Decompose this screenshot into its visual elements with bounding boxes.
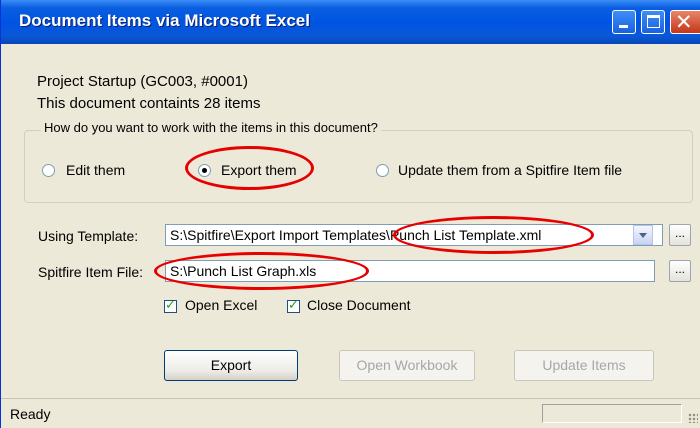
status-panel (542, 404, 682, 423)
radio-update[interactable] (376, 164, 389, 177)
minimize-icon (619, 25, 628, 28)
update-items-button[interactable]: Update Items (514, 350, 654, 381)
title-bar[interactable]: Document Items via Microsoft Excel ✕ (1, 0, 700, 44)
item-count-text: This document containts 28 items (37, 95, 261, 112)
chevron-down-icon[interactable] (633, 225, 653, 245)
item-file-label: Spitfire Item File: (38, 264, 144, 280)
close-document-label[interactable]: Close Document (307, 297, 411, 313)
check-icon: ✓ (288, 297, 299, 312)
minimize-button[interactable] (612, 10, 636, 34)
window-title: Document Items via Microsoft Excel (19, 11, 310, 30)
resize-grip-icon[interactable] (688, 413, 698, 423)
template-browse-button[interactable]: ... (669, 224, 691, 246)
radio-edit-label[interactable]: Edit them (66, 162, 125, 178)
radio-export-label[interactable]: Export them (221, 162, 296, 178)
status-bar: Ready (1, 398, 700, 428)
item-file-input[interactable]: S:\Punch List Graph.xls (165, 260, 655, 282)
item-file-value: S:\Punch List Graph.xls (170, 263, 317, 279)
maximize-icon (647, 15, 660, 28)
dialog-window: Document Items via Microsoft Excel ✕ Pro… (0, 0, 700, 428)
open-workbook-button[interactable]: Open Workbook (339, 350, 475, 381)
check-icon: ✓ (165, 297, 176, 312)
template-value: S:\Spitfire\Export Import Templates\Punc… (170, 227, 542, 243)
open-excel-label[interactable]: Open Excel (185, 297, 257, 313)
template-select[interactable]: S:\Spitfire\Export Import Templates\Punc… (165, 224, 663, 246)
template-label: Using Template: (38, 228, 139, 244)
radio-update-label[interactable]: Update them from a Spitfire Item file (398, 162, 622, 178)
close-button[interactable]: ✕ (670, 10, 700, 34)
maximize-button[interactable] (641, 10, 665, 34)
status-text: Ready (10, 406, 51, 422)
close-icon: ✕ (675, 11, 693, 34)
close-document-checkbox[interactable]: ✓ (287, 297, 300, 313)
mode-group-label: How do you want to work with the items i… (41, 120, 381, 135)
export-button[interactable]: Export (164, 350, 298, 381)
document-title: Project Startup (GC003, #0001) (37, 73, 248, 90)
item-file-browse-button[interactable]: ... (669, 260, 691, 282)
radio-edit[interactable] (42, 164, 55, 177)
radio-export[interactable] (198, 164, 211, 177)
open-excel-checkbox[interactable]: ✓ (164, 297, 177, 313)
